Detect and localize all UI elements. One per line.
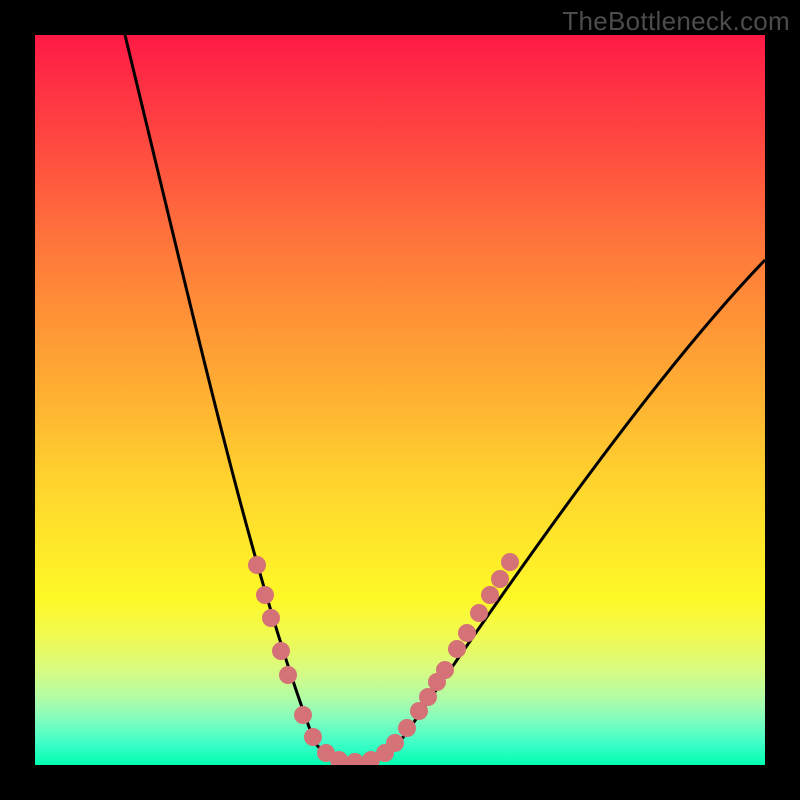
data-marker xyxy=(294,706,312,724)
right-curve xyxy=(355,260,765,761)
data-marker xyxy=(448,640,466,658)
data-marker xyxy=(436,661,454,679)
data-marker xyxy=(458,624,476,642)
watermark-text: TheBottleneck.com xyxy=(562,6,790,37)
plot-area xyxy=(35,35,765,765)
data-marker xyxy=(272,642,290,660)
data-marker xyxy=(248,556,266,574)
data-marker xyxy=(470,604,488,622)
marker-group xyxy=(248,553,519,765)
left-curve xyxy=(125,35,355,761)
chart-frame: TheBottleneck.com xyxy=(0,0,800,800)
data-marker xyxy=(398,719,416,737)
data-marker xyxy=(256,586,274,604)
data-marker xyxy=(501,553,519,571)
data-marker xyxy=(346,753,364,765)
data-marker xyxy=(386,734,404,752)
data-marker xyxy=(304,728,322,746)
curve-layer xyxy=(35,35,765,765)
data-marker xyxy=(279,666,297,684)
data-marker xyxy=(419,688,437,706)
data-marker xyxy=(262,609,280,627)
data-marker xyxy=(481,586,499,604)
data-marker xyxy=(491,570,509,588)
